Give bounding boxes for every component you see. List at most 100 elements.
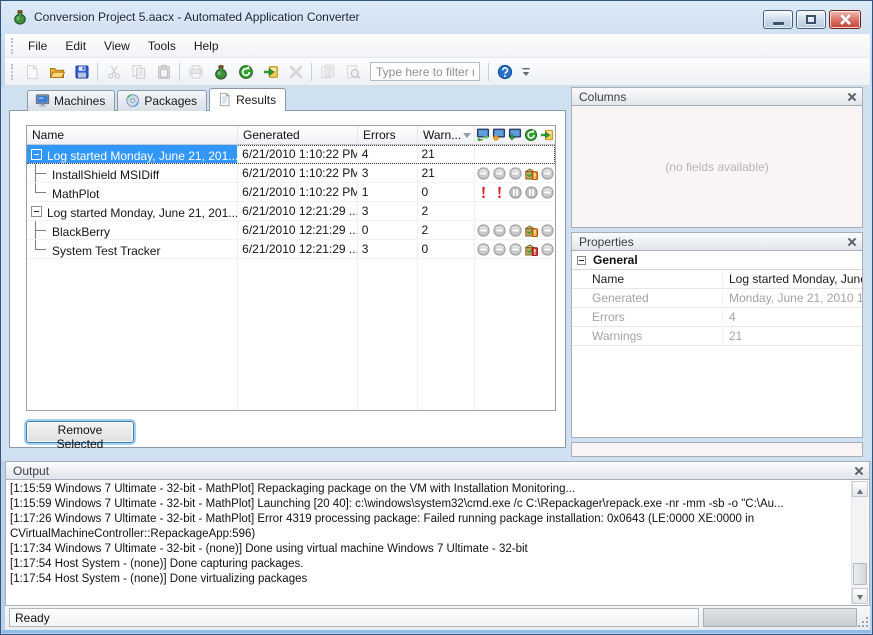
property-group-general[interactable]: General bbox=[572, 251, 862, 270]
app-bottle-icon bbox=[12, 9, 28, 25]
scroll-thumb[interactable] bbox=[853, 563, 867, 585]
menu-help[interactable]: Help bbox=[185, 35, 228, 57]
cd-icon bbox=[125, 93, 140, 108]
name-cell: Log started Monday, June 21, 201... bbox=[27, 145, 237, 163]
status-icons-cell bbox=[473, 183, 555, 201]
log-line: [1:17:54 Host System - (none)] Done virt… bbox=[10, 572, 847, 587]
restore-icon bbox=[806, 15, 816, 24]
menu-tools[interactable]: Tools bbox=[139, 35, 185, 57]
stop-button bbox=[284, 61, 307, 83]
properties-close-icon[interactable] bbox=[845, 235, 858, 248]
grid-row[interactable]: System Test Tracker6/21/2010 12:21:29 ..… bbox=[27, 240, 555, 259]
column-header-refresh-icon[interactable] bbox=[523, 126, 539, 144]
pause-circle-icon bbox=[507, 185, 523, 200]
name-cell: InstallShield MSIDiff bbox=[27, 164, 237, 182]
errors-cell: 3 bbox=[357, 240, 417, 258]
columns-panel: Columns (no fields available) bbox=[571, 87, 863, 228]
minimize-button[interactable] bbox=[763, 10, 793, 29]
scroll-down-icon[interactable] bbox=[852, 588, 868, 604]
property-row-generated[interactable]: GeneratedMonday, June 21, 2010 1:10 bbox=[572, 289, 862, 308]
properties-panel-title: Properties bbox=[579, 235, 634, 249]
warnings-cell: 2 bbox=[417, 221, 474, 239]
scroll-up-icon[interactable] bbox=[852, 481, 868, 497]
grid-body: Log started Monday, June 21, 201... 6/21/… bbox=[27, 145, 555, 410]
tree-line bbox=[35, 192, 46, 193]
export-packages-button[interactable] bbox=[259, 61, 282, 83]
filter-dropdown-icon[interactable] bbox=[463, 133, 471, 142]
status-bar: Ready bbox=[5, 606, 870, 630]
resize-grip[interactable] bbox=[856, 615, 868, 627]
grid-header: Name Generated ErrorsWarn... bbox=[27, 126, 555, 145]
remove-selected-button[interactable]: Remove Selected bbox=[26, 421, 134, 443]
toolbar-overflow-icon[interactable] bbox=[518, 61, 533, 83]
close-icon bbox=[839, 14, 852, 25]
row-name: MathPlot bbox=[52, 185, 99, 201]
output-scrollbar[interactable] bbox=[851, 481, 868, 604]
grid-row[interactable]: InstallShield MSIDiff6/21/2010 1:10:22 P… bbox=[27, 164, 555, 183]
grid-row[interactable]: MathPlot6/21/2010 1:10:22 PM10 bbox=[27, 183, 555, 202]
collapse-icon[interactable] bbox=[577, 256, 586, 265]
column-header-export-icon[interactable] bbox=[539, 126, 555, 144]
column-header-generated[interactable]: Generated bbox=[238, 126, 358, 144]
property-row-warnings[interactable]: Warnings21 bbox=[572, 327, 862, 346]
output-panel: Output [1:15:59 Windows 7 Ultimate - 32-… bbox=[5, 461, 870, 606]
menu-file[interactable]: File bbox=[19, 35, 56, 57]
minus-circle-icon bbox=[507, 242, 523, 257]
collapse-icon[interactable] bbox=[31, 149, 42, 160]
tab-machines[interactable]: Machines bbox=[27, 90, 115, 111]
column-header-errors[interactable]: Errors bbox=[358, 126, 418, 144]
grid-row[interactable]: Log started Monday, June 21, 201...6/21/… bbox=[27, 145, 555, 164]
minus-circle-icon bbox=[539, 223, 555, 238]
row-name: Log started Monday, June 21, 201... bbox=[47, 147, 237, 163]
warnings-cell: 0 bbox=[417, 240, 474, 258]
columns-close-icon[interactable] bbox=[845, 90, 858, 103]
open-button[interactable] bbox=[45, 61, 68, 83]
start-conversion-button[interactable] bbox=[209, 61, 232, 83]
warnings-cell: 21 bbox=[417, 145, 474, 163]
minus-circle-icon bbox=[475, 166, 491, 181]
column-header-monitor-install-icon[interactable] bbox=[491, 126, 507, 144]
property-row-name[interactable]: NameLog started Monday, June bbox=[572, 270, 862, 289]
restore-button[interactable] bbox=[796, 10, 826, 29]
column-header-name[interactable]: Name bbox=[27, 126, 238, 144]
name-cell: System Test Tracker bbox=[27, 240, 237, 258]
log-line: [1:15:59 Windows 7 Ultimate - 32-bit - M… bbox=[10, 497, 847, 512]
property-grid: General NameLog started Monday, JuneGene… bbox=[571, 251, 863, 438]
filter-input[interactable] bbox=[370, 62, 480, 81]
tab-results[interactable]: Results bbox=[209, 88, 286, 111]
output-panel-title: Output bbox=[13, 464, 49, 478]
output-log[interactable]: [1:15:59 Windows 7 Ultimate - 32-bit - M… bbox=[5, 480, 870, 606]
output-close-icon[interactable] bbox=[852, 464, 865, 477]
toolbar-grip-icon[interactable] bbox=[11, 64, 13, 80]
help-button[interactable] bbox=[493, 61, 516, 83]
grid-row[interactable]: BlackBerry6/21/2010 12:21:29 ...02 bbox=[27, 221, 555, 240]
generated-cell: 6/21/2010 12:21:29 ... bbox=[237, 202, 357, 220]
toolbar bbox=[5, 58, 870, 86]
minus-circle-icon bbox=[507, 223, 523, 238]
close-button[interactable] bbox=[829, 10, 861, 29]
column-header-monitor-capture-icon[interactable] bbox=[507, 126, 523, 144]
menu-view[interactable]: View bbox=[95, 35, 139, 57]
collapse-icon[interactable] bbox=[31, 206, 42, 217]
log-line: [1:15:59 Windows 7 Ultimate - 32-bit - M… bbox=[10, 482, 847, 497]
menu-edit[interactable]: Edit bbox=[56, 35, 95, 57]
property-row-errors[interactable]: Errors4 bbox=[572, 308, 862, 327]
tab-packages[interactable]: Packages bbox=[117, 90, 207, 111]
app-window: Conversion Project 5.aacx - Automated Ap… bbox=[0, 0, 873, 635]
header-label: Generated bbox=[243, 128, 300, 142]
print-button bbox=[184, 61, 207, 83]
error-bang-icon bbox=[475, 185, 491, 200]
column-header-warn[interactable]: Warn... bbox=[418, 126, 475, 144]
property-label: Name bbox=[592, 272, 722, 286]
tab-label: Packages bbox=[144, 94, 197, 108]
name-cell: BlackBerry bbox=[27, 221, 237, 239]
status-icons-cell bbox=[473, 145, 555, 163]
status-icons-cell bbox=[473, 240, 555, 258]
save-button[interactable] bbox=[70, 61, 93, 83]
column-header-monitor-sync-icon[interactable] bbox=[475, 126, 491, 144]
run-conversion-button[interactable] bbox=[234, 61, 257, 83]
grid-row[interactable]: Log started Monday, June 21, 201...6/21/… bbox=[27, 202, 555, 221]
menubar-grip-icon[interactable] bbox=[11, 38, 13, 54]
titlebar[interactable]: Conversion Project 5.aacx - Automated Ap… bbox=[1, 1, 872, 34]
name-cell: MathPlot bbox=[27, 183, 237, 201]
